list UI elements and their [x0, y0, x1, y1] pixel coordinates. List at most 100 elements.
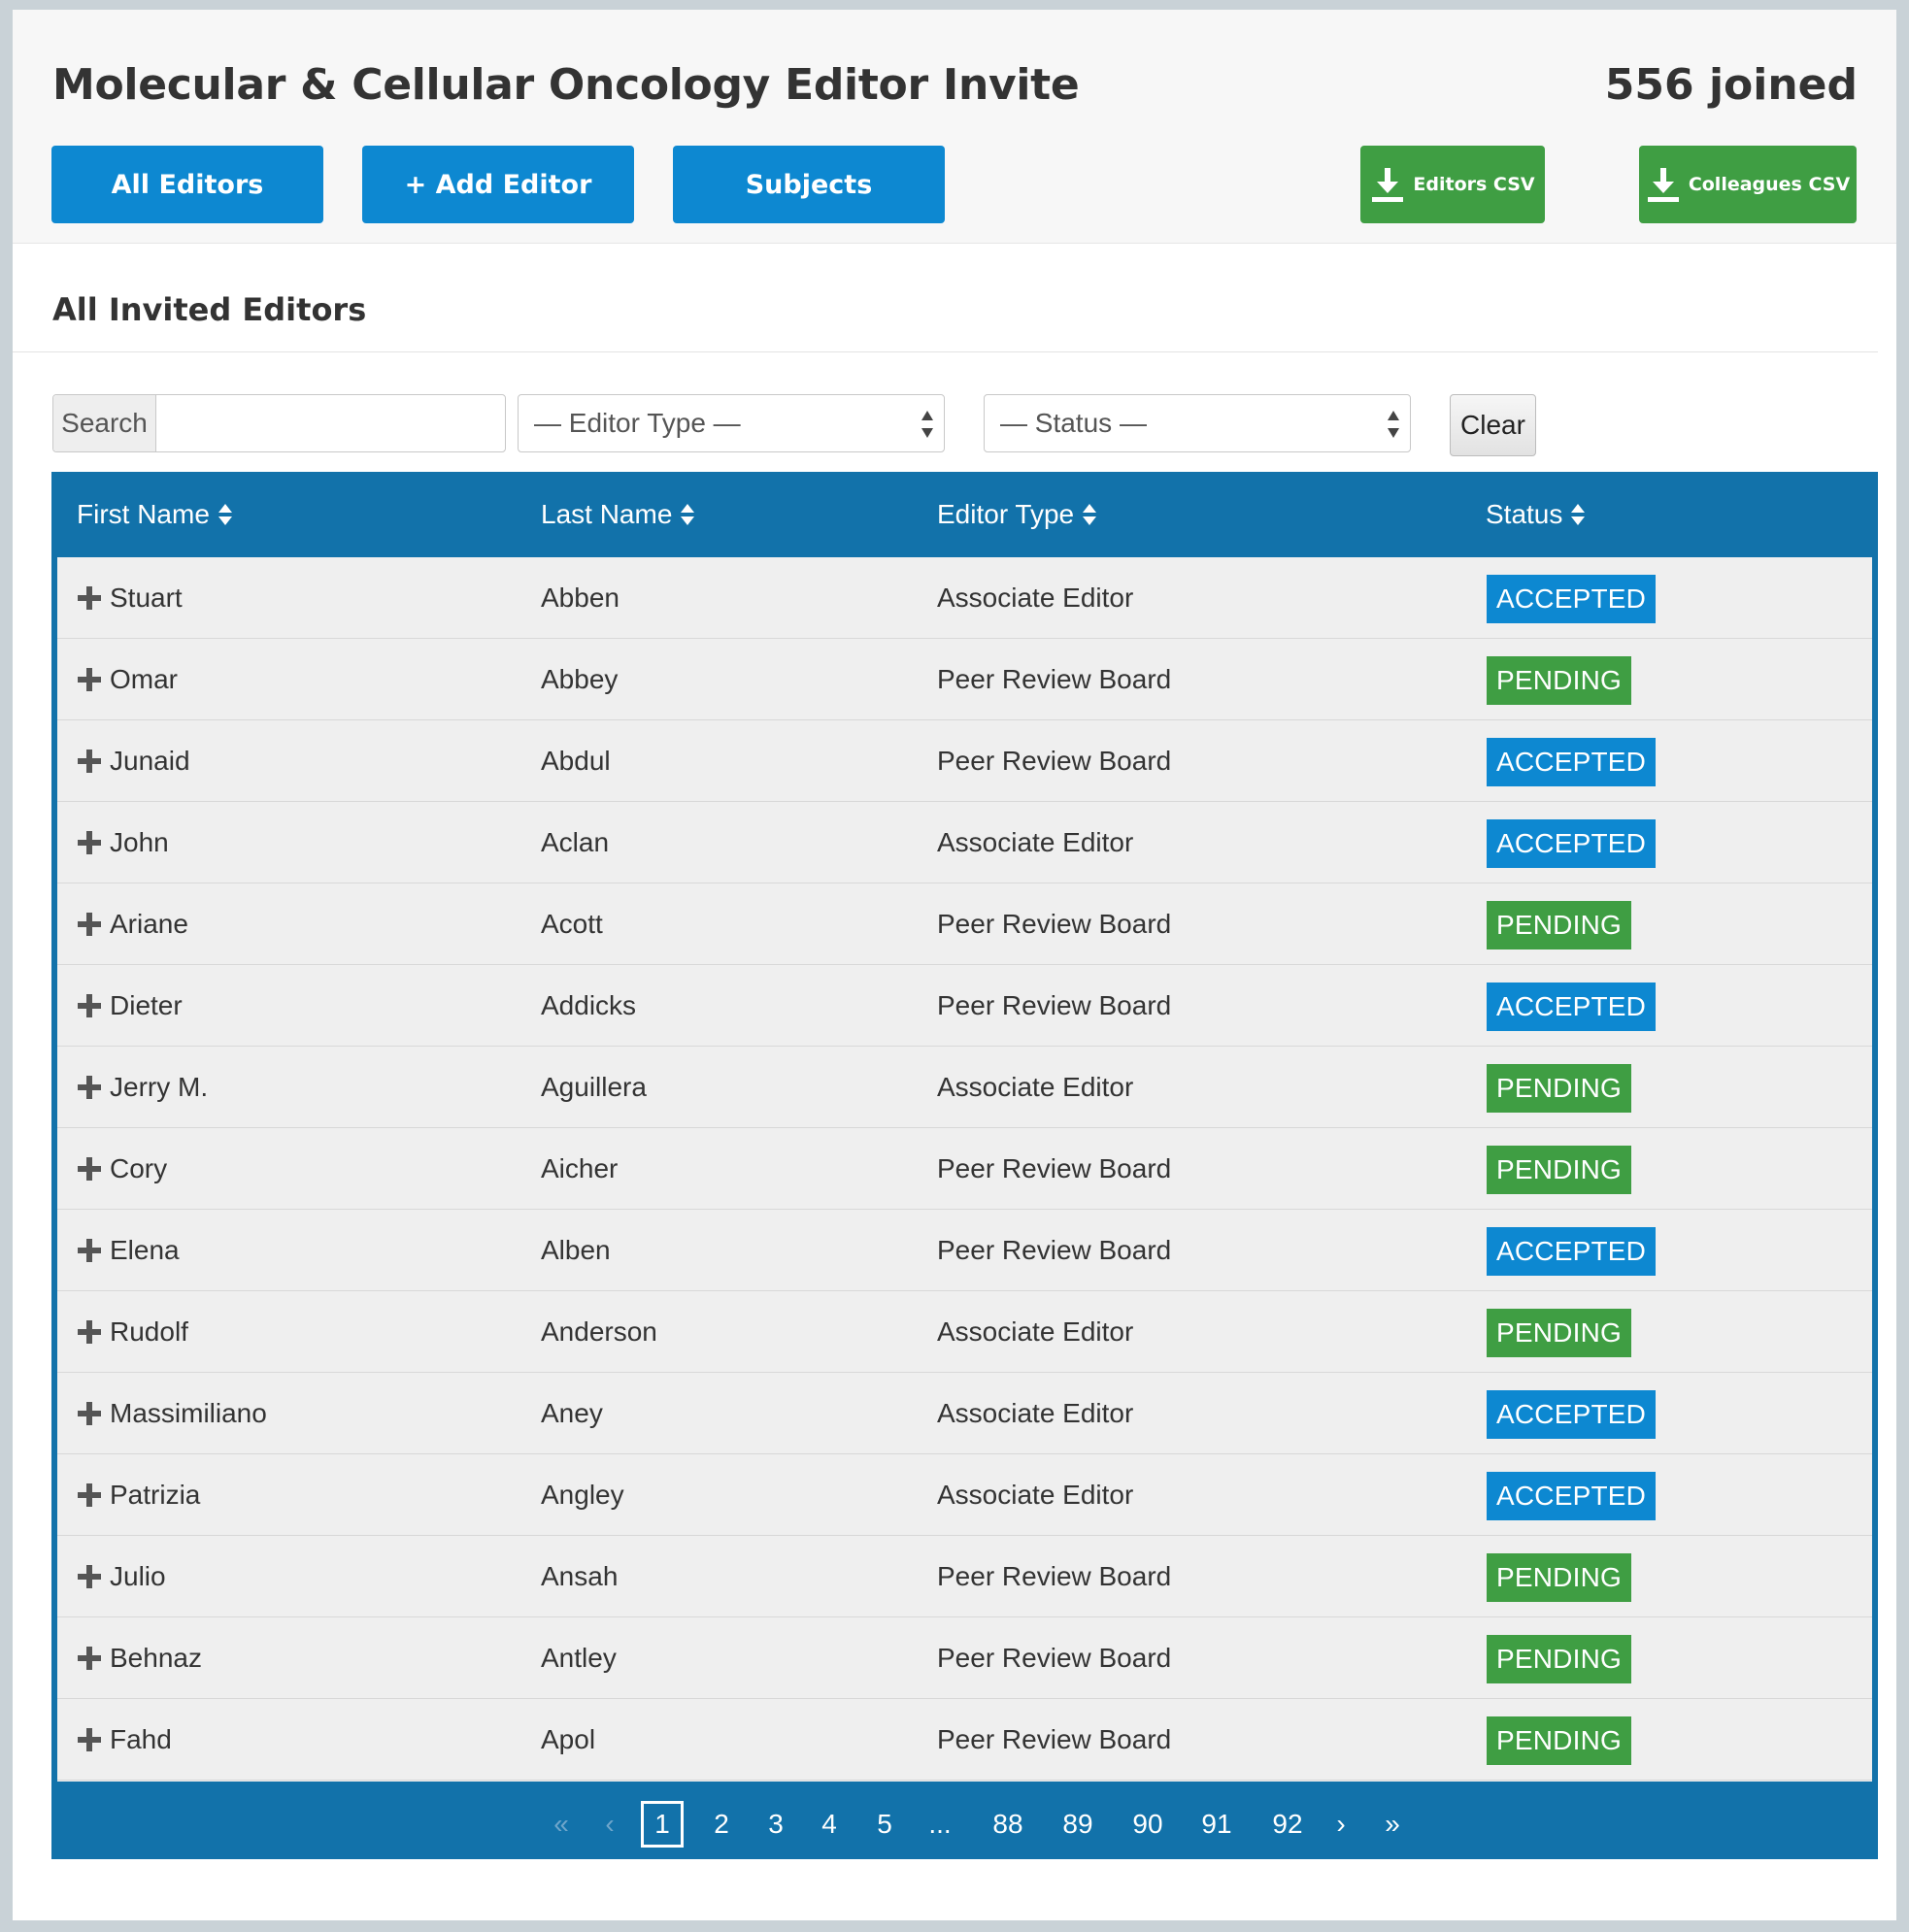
last-name: Antley — [541, 1643, 617, 1673]
plus-icon[interactable] — [77, 667, 102, 692]
status-select[interactable]: — Status — — [984, 394, 1411, 452]
status-badge: ACCEPTED — [1487, 738, 1657, 786]
editor-type: Associate Editor — [937, 583, 1134, 613]
editor-type-select-value: — Editor Type — — [534, 408, 741, 438]
status-badge: ACCEPTED — [1487, 575, 1657, 623]
pagination-page[interactable]: 90 — [1119, 1801, 1177, 1848]
plus-icon[interactable] — [77, 1646, 102, 1671]
first-name: Patrizia — [110, 1480, 201, 1510]
pagination-page[interactable]: 92 — [1258, 1801, 1317, 1848]
column-header-editor-type[interactable]: Editor Type — [937, 472, 1097, 557]
first-name: Fahd — [110, 1724, 172, 1754]
plus-icon[interactable] — [77, 1727, 102, 1752]
table-row[interactable]: Rudolf Anderson Associate Editor PENDING — [57, 1291, 1872, 1373]
cell-first-name: Rudolf — [77, 1291, 188, 1373]
subjects-button[interactable]: Subjects — [673, 146, 945, 223]
editor-type: Peer Review Board — [937, 1235, 1172, 1265]
table-row[interactable]: Fahd Apol Peer Review Board PENDING — [57, 1699, 1872, 1781]
editor-type: Peer Review Board — [937, 1561, 1172, 1591]
pagination-next[interactable]: › — [1326, 1801, 1356, 1848]
table-row[interactable]: Elena Alben Peer Review Board ACCEPTED — [57, 1210, 1872, 1291]
pagination-page[interactable]: 91 — [1188, 1801, 1246, 1848]
plus-icon[interactable] — [77, 912, 102, 937]
first-name: Behnaz — [110, 1643, 202, 1673]
download-icon — [1372, 168, 1404, 202]
status-badge: PENDING — [1487, 1064, 1631, 1113]
column-header-status[interactable]: Status — [1486, 472, 1586, 557]
table-row[interactable]: Behnaz Antley Peer Review Board PENDING — [57, 1617, 1872, 1699]
first-name: Dieter — [110, 990, 183, 1020]
plus-icon[interactable] — [77, 1319, 102, 1345]
plus-icon[interactable] — [77, 1482, 102, 1508]
status-badge: ACCEPTED — [1487, 1390, 1657, 1439]
editor-type: Associate Editor — [937, 1398, 1134, 1428]
pagination: « ‹ 1 2 3 4 5 ... 88 89 90 91 92 › » — [51, 1782, 1878, 1859]
table-row[interactable]: Jerry M. Aguillera Associate Editor PENDING — [57, 1047, 1872, 1128]
table-row[interactable]: Junaid Abdul Peer Review Board ACCEPTED — [57, 720, 1872, 802]
select-arrows-icon — [921, 411, 933, 438]
last-name: Abben — [541, 583, 620, 613]
plus-icon[interactable] — [77, 993, 102, 1018]
pagination-first[interactable]: « — [547, 1801, 576, 1848]
table-row[interactable]: Patrizia Angley Associate Editor ACCEPTED — [57, 1454, 1872, 1536]
plus-icon[interactable] — [77, 1238, 102, 1263]
cell-first-name: Elena — [77, 1210, 180, 1291]
first-name: Elena — [110, 1235, 180, 1265]
cell-first-name: Julio — [77, 1536, 166, 1617]
sort-icon — [681, 504, 695, 525]
plus-icon[interactable] — [77, 585, 102, 611]
cell-first-name: Cory — [77, 1128, 167, 1210]
table-row[interactable]: Stuart Abben Associate Editor ACCEPTED — [57, 557, 1872, 639]
table-row[interactable]: Massimiliano Aney Associate Editor ACCEPTED — [57, 1373, 1872, 1454]
clear-button[interactable]: Clear — [1450, 394, 1536, 456]
table-row[interactable]: Dieter Addicks Peer Review Board ACCEPTED — [57, 965, 1872, 1047]
pagination-page[interactable]: 3 — [756, 1801, 795, 1848]
column-label: Editor Type — [937, 499, 1075, 529]
table-row[interactable]: Julio Ansah Peer Review Board PENDING — [57, 1536, 1872, 1617]
last-name: Aguillera — [541, 1072, 647, 1102]
first-name: Ariane — [110, 909, 188, 939]
select-arrows-icon — [1388, 411, 1399, 438]
colleagues-csv-button[interactable]: Colleagues CSV — [1639, 146, 1857, 223]
editors-csv-button[interactable]: Editors CSV — [1360, 146, 1545, 223]
plus-icon[interactable] — [77, 830, 102, 855]
pagination-page[interactable]: 1 — [641, 1801, 684, 1848]
table-row[interactable]: John Aclan Associate Editor ACCEPTED — [57, 802, 1872, 883]
plus-icon[interactable] — [77, 749, 102, 774]
editors-csv-label: Editors CSV — [1413, 174, 1535, 195]
status-badge: PENDING — [1487, 1553, 1631, 1602]
pagination-page[interactable]: 89 — [1049, 1801, 1107, 1848]
plus-icon[interactable] — [77, 1075, 102, 1100]
all-editors-button[interactable]: All Editors — [51, 146, 323, 223]
first-name: Jerry M. — [110, 1072, 209, 1102]
status-badge: PENDING — [1487, 901, 1631, 949]
table-row[interactable]: Cory Aicher Peer Review Board PENDING — [57, 1128, 1872, 1210]
add-editor-button[interactable]: + Add Editor — [362, 146, 634, 223]
table-row[interactable]: Omar Abbey Peer Review Board PENDING — [57, 639, 1872, 720]
pagination-last[interactable]: » — [1378, 1801, 1407, 1848]
column-header-first-name[interactable]: First Name — [77, 472, 233, 557]
search-input[interactable] — [156, 395, 505, 451]
plus-icon[interactable] — [77, 1401, 102, 1426]
last-name: Alben — [541, 1235, 611, 1265]
last-name: Angley — [541, 1480, 624, 1510]
editor-type-select[interactable]: — Editor Type — — [518, 394, 945, 452]
column-header-last-name[interactable]: Last Name — [541, 472, 695, 557]
pagination-page[interactable]: 5 — [865, 1801, 904, 1848]
editor-type: Peer Review Board — [937, 990, 1172, 1020]
pagination-prev[interactable]: ‹ — [595, 1801, 624, 1848]
table-row[interactable]: Ariane Acott Peer Review Board PENDING — [57, 883, 1872, 965]
pagination-ellipsis: ... — [928, 1809, 952, 1839]
pagination-page[interactable]: 2 — [702, 1801, 741, 1848]
last-name: Aney — [541, 1398, 603, 1428]
column-label: Last Name — [541, 499, 673, 529]
plus-icon[interactable] — [77, 1564, 102, 1589]
status-badge: PENDING — [1487, 1309, 1631, 1357]
first-name: Cory — [110, 1153, 168, 1183]
last-name: Anderson — [541, 1316, 657, 1347]
pagination-page[interactable]: 88 — [979, 1801, 1037, 1848]
plus-icon[interactable] — [77, 1156, 102, 1182]
section-divider — [13, 351, 1878, 352]
column-label: Status — [1486, 499, 1563, 529]
pagination-page[interactable]: 4 — [810, 1801, 849, 1848]
